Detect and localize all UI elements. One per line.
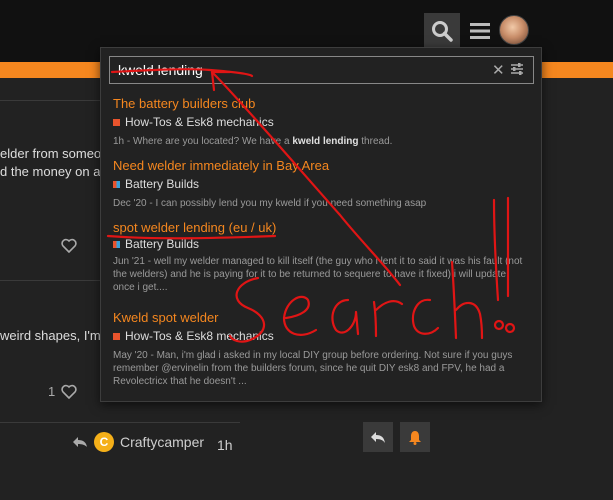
bell-icon: [409, 430, 421, 445]
like-count: 1: [48, 384, 56, 399]
result-category[interactable]: Battery Builds: [113, 177, 533, 191]
reply-user-avatar[interactable]: C: [94, 432, 114, 452]
search-box[interactable]: ✕: [109, 56, 534, 84]
hamburger-icon: [470, 23, 490, 39]
category-label: How-Tos & Esk8 mechanics: [125, 329, 274, 343]
post-excerpt-line: weird shapes, I'm j: [0, 328, 108, 343]
post-divider: [0, 100, 100, 101]
reply-username[interactable]: Craftycamper: [120, 434, 204, 450]
reply-arrow-icon: [73, 437, 87, 447]
result-title[interactable]: Kweld spot welder: [113, 310, 533, 325]
search-dropdown: ✕ The battery builders club How-Tos & Es…: [100, 47, 542, 402]
category-label: Battery Builds: [125, 237, 200, 251]
search-result[interactable]: The battery builders club How-Tos & Esk8…: [113, 96, 533, 148]
user-avatar[interactable]: [499, 15, 529, 45]
result-title[interactable]: spot welder lending (eu / uk): [113, 220, 533, 235]
post-excerpt-line: d the money on a: [0, 164, 101, 179]
post-divider: [0, 422, 240, 423]
result-blurb: Dec '20 - I can possibly lend you my kwe…: [113, 198, 427, 209]
reply-icon: [371, 431, 385, 443]
result-category[interactable]: How-Tos & Esk8 mechanics: [113, 115, 533, 129]
reply-info[interactable]: C Craftycamper: [72, 432, 204, 452]
result-category[interactable]: Battery Builds: [113, 237, 533, 251]
search-button[interactable]: [424, 13, 460, 49]
result-category[interactable]: How-Tos & Esk8 mechanics: [113, 329, 533, 343]
search-input[interactable]: [118, 62, 478, 78]
hamburger-menu-button[interactable]: [462, 13, 498, 49]
reply-button[interactable]: [363, 422, 393, 452]
result-title[interactable]: Need welder immediately in Bay Area: [113, 158, 533, 173]
notification-button[interactable]: [400, 422, 430, 452]
category-badge-icon: [113, 180, 120, 188]
heart-icon[interactable]: [61, 384, 77, 399]
category-badge-icon: [113, 240, 120, 248]
search-result[interactable]: Need welder immediately in Bay Area Batt…: [113, 158, 533, 210]
category-badge-icon: [113, 332, 120, 340]
search-icon: [432, 21, 453, 42]
post-divider: [0, 280, 100, 281]
result-title[interactable]: The battery builders club: [113, 96, 533, 111]
search-result[interactable]: spot welder lending (eu / uk) Battery Bu…: [113, 220, 533, 294]
highlighted-term: kweld lending: [292, 136, 359, 147]
category-badge-icon: [113, 118, 120, 126]
category-label: How-Tos & Esk8 mechanics: [125, 115, 274, 129]
search-result[interactable]: Kweld spot welder How-Tos & Esk8 mechani…: [113, 310, 533, 388]
sliders-icon[interactable]: [510, 62, 524, 76]
category-label: Battery Builds: [125, 177, 200, 191]
close-icon[interactable]: ✕: [492, 61, 505, 79]
reply-time[interactable]: 1h: [217, 437, 233, 453]
heart-icon[interactable]: [61, 238, 77, 253]
result-blurb: 1h - Where are you located? We have a kw…: [113, 136, 393, 147]
result-blurb: May '20 - Man, i'm glad i asked in my lo…: [113, 350, 513, 387]
result-blurb: Jun '21 - well my welder managed to kill…: [113, 256, 523, 293]
post-excerpt-line: elder from someo: [0, 146, 102, 161]
